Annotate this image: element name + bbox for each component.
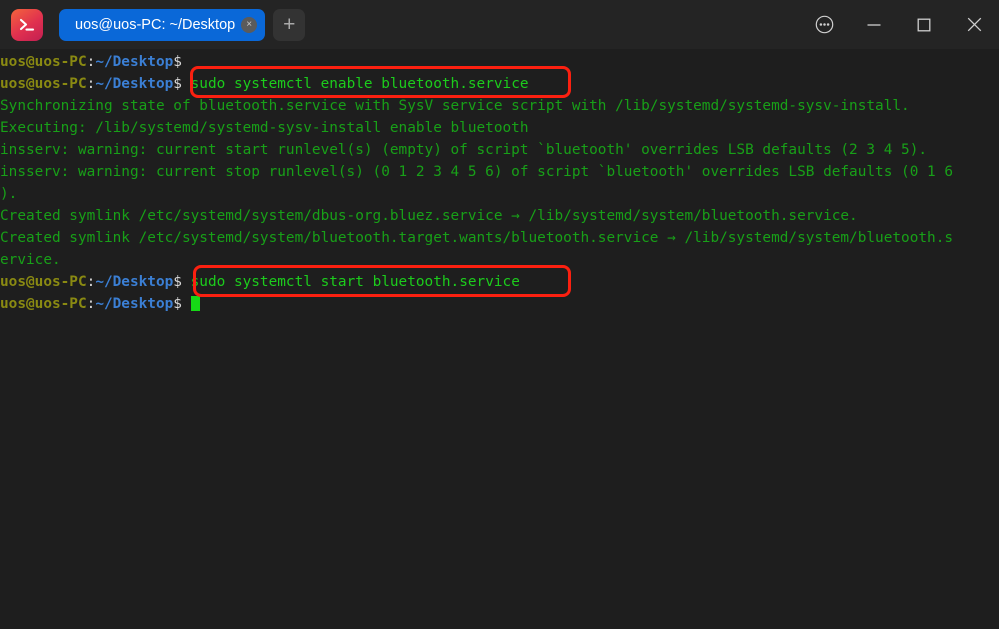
terminal-output-line: ervice.	[0, 249, 999, 271]
terminal-output-line: insserv: warning: current start runlevel…	[0, 139, 999, 161]
options-menu-icon[interactable]	[799, 0, 849, 49]
terminal-output-line: Created symlink /etc/systemd/system/dbus…	[0, 205, 999, 227]
terminal-output-line: ).	[0, 183, 999, 205]
terminal-output-text: Synchronizing state of bluetooth.service…	[0, 98, 910, 114]
close-window-icon[interactable]	[949, 0, 999, 49]
new-tab-button[interactable]: +	[273, 8, 306, 41]
prompt-symbol: $	[173, 54, 191, 70]
terminal-window: uos@uos-PC: ~/Desktop × + uos@uos-PC:~/D…	[0, 0, 999, 629]
window-controls	[799, 0, 999, 49]
terminal-lines: uos@uos-PC:~/Desktop$ uos@uos-PC:~/Deskt…	[0, 51, 999, 315]
tab-label: uos@uos-PC: ~/Desktop	[75, 16, 236, 33]
prompt-symbol: $	[173, 296, 191, 312]
prompt-symbol: $	[173, 274, 191, 290]
terminal-output-text: Created symlink /etc/systemd/system/dbus…	[0, 208, 858, 224]
prompt-separator: :	[86, 76, 96, 92]
prompt-symbol: $	[173, 76, 191, 92]
minimize-icon[interactable]	[849, 0, 899, 49]
prompt-separator: :	[86, 54, 96, 70]
tab-desktop[interactable]: uos@uos-PC: ~/Desktop ×	[59, 8, 266, 41]
terminal-output-text: ).	[0, 186, 18, 202]
terminal-prompt-line: uos@uos-PC:~/Desktop$	[0, 51, 999, 73]
terminal-output-text: ervice.	[0, 252, 61, 268]
terminal-cursor	[190, 296, 200, 311]
terminal-command-text: sudo systemctl enable bluetooth.service	[190, 76, 529, 92]
prompt-user-host: uos@uos-PC	[0, 54, 87, 70]
terminal-output-line: Executing: /lib/systemd/systemd-sysv-ins…	[0, 117, 999, 139]
terminal-output-line: insserv: warning: current stop runlevel(…	[0, 161, 999, 183]
maximize-icon[interactable]	[899, 0, 949, 49]
title-bar: uos@uos-PC: ~/Desktop × +	[0, 0, 999, 49]
prompt-path: ~/Desktop	[95, 296, 174, 312]
prompt-user-host: uos@uos-PC	[0, 76, 87, 92]
prompt-path: ~/Desktop	[95, 76, 174, 92]
prompt-separator: :	[86, 296, 96, 312]
terminal-prompt-icon	[11, 8, 43, 41]
terminal-output-text: Executing: /lib/systemd/systemd-sysv-ins…	[0, 120, 529, 136]
terminal-prompt-line: uos@uos-PC:~/Desktop$ sudo systemctl ena…	[0, 73, 999, 95]
prompt-path: ~/Desktop	[95, 54, 174, 70]
terminal-prompt-line: uos@uos-PC:~/Desktop$	[0, 293, 999, 315]
prompt-user-host: uos@uos-PC	[0, 274, 87, 290]
terminal-prompt-line: uos@uos-PC:~/Desktop$ sudo systemctl sta…	[0, 271, 999, 293]
terminal-output-text: Created symlink /etc/systemd/system/blue…	[0, 230, 954, 246]
prompt-path: ~/Desktop	[95, 274, 174, 290]
terminal-output-text: insserv: warning: current start runlevel…	[0, 142, 928, 158]
terminal-output-line: Created symlink /etc/systemd/system/blue…	[0, 227, 999, 249]
prompt-separator: :	[86, 274, 96, 290]
tab-strip: uos@uos-PC: ~/Desktop × +	[59, 8, 306, 41]
terminal-command-text: sudo systemctl start bluetooth.service	[190, 274, 520, 290]
terminal-output-area[interactable]: uos@uos-PC:~/Desktop$ uos@uos-PC:~/Deskt…	[0, 49, 999, 629]
prompt-user-host: uos@uos-PC	[0, 296, 87, 312]
close-icon[interactable]: ×	[241, 16, 258, 33]
terminal-output-line: Synchronizing state of bluetooth.service…	[0, 95, 999, 117]
terminal-output-text: insserv: warning: current stop runlevel(…	[0, 164, 954, 180]
